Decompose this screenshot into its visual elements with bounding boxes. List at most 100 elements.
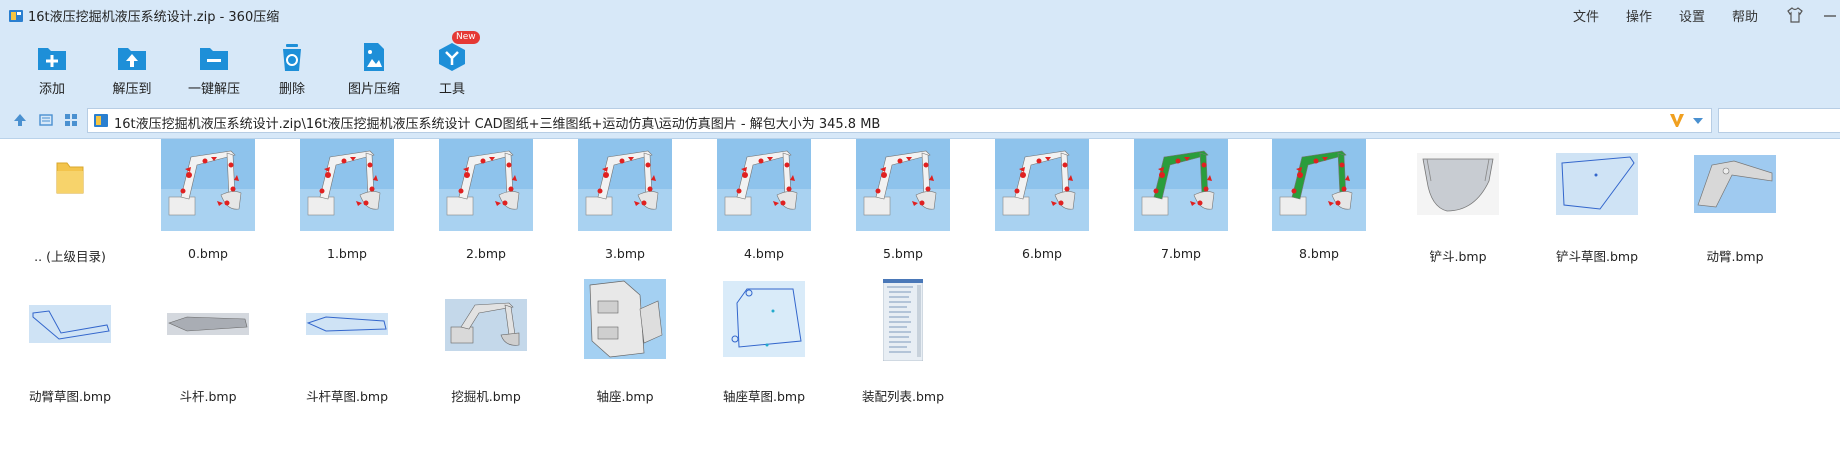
add-label: 添加 [38,82,65,97]
v-logo-icon[interactable] [1668,111,1686,129]
extract-to-label: 解压到 [112,82,152,97]
up-arrow-icon[interactable] [12,112,28,128]
tools-label: 工具 [438,82,465,97]
dropdown-arrow-icon[interactable] [1692,117,1704,125]
image-thumbnail [584,279,666,359]
image-thumbnail [29,305,111,343]
file-name: 斗杆.bmp [179,389,237,404]
file-name: 5.bmp [883,246,923,261]
file-item[interactable]: 铲斗.bmp [1393,139,1523,274]
delete-icon [283,44,301,71]
file-item[interactable]: 2.bmp [421,139,551,274]
file-name: 动臂草图.bmp [28,389,112,404]
image-thumbnail [439,139,533,231]
extract-to-icon [118,48,146,70]
folder-icon [55,159,85,197]
address-path: 16t液压挖掘机液压系统设计.zip\16t液压挖掘机液压系统设计 CAD图纸+… [114,117,881,132]
image-thumbnail [883,279,923,361]
thumbnail-view-icon[interactable] [63,112,79,128]
image-thumbnail [306,313,388,335]
image-thumbnail [161,139,255,231]
tools-button[interactable]: 工具 [432,38,472,98]
file-name: .. (上级目录) [34,249,106,264]
tools-icon [439,43,465,71]
file-name: 0.bmp [188,246,228,261]
file-item[interactable]: 动臂.bmp [1670,139,1800,274]
file-item[interactable]: 8.bmp [1254,139,1384,274]
file-item[interactable]: 轴座.bmp [560,279,690,414]
file-name: 挖掘机.bmp [451,389,521,404]
file-item[interactable]: 轴座草图.bmp [699,279,829,414]
file-item[interactable]: .. (上级目录) [5,139,135,274]
menu-operate[interactable]: 操作 [1626,6,1652,25]
toolbar: 添加 解压到 一键解压 删除 图片压缩 工具 [0,38,500,98]
file-name: 3.bmp [605,246,645,261]
file-item[interactable]: 铲斗草图.bmp [1532,139,1662,274]
image-thumbnail [445,299,527,351]
file-item[interactable]: 3.bmp [560,139,690,274]
zip-file-icon [94,114,108,127]
file-item[interactable]: 7.bmp [1116,139,1246,274]
file-name: 铲斗草图.bmp [1555,249,1639,264]
file-name: 4.bmp [744,246,784,261]
skin-shirt-icon[interactable] [1786,6,1804,24]
image-compress-button[interactable]: 图片压缩 [346,38,402,98]
file-name: 轴座草图.bmp [722,389,806,404]
image-thumbnail [1134,139,1228,231]
archive-app-icon [9,10,23,22]
title-bar: 16t液压挖掘机液压系统设计.zip - 360压缩 文件 操作 设置 帮助 [0,0,1840,30]
image-thumbnail [1694,155,1776,213]
menu-settings[interactable]: 设置 [1679,6,1705,25]
file-item[interactable]: 斗杆草图.bmp [282,279,412,414]
minimize-icon[interactable] [1820,6,1840,24]
file-name: 8.bmp [1299,246,1339,261]
image-thumbnail [995,139,1089,231]
menu-help[interactable]: 帮助 [1732,6,1758,25]
file-item[interactable]: 0.bmp [143,139,273,274]
file-name: 装配列表.bmp [861,389,945,404]
one-click-extract-button[interactable]: 一键解压 [186,38,242,98]
file-item[interactable]: 斗杆.bmp [143,279,273,414]
file-item[interactable]: 6.bmp [977,139,1107,274]
file-item[interactable]: 5.bmp [838,139,968,274]
navigation-row: 16t液压挖掘机液压系统设计.zip\16t液压挖掘机液压系统设计 CAD图纸+… [0,106,1840,136]
image-compress-label: 图片压缩 [347,82,400,97]
detail-view-icon[interactable] [38,112,54,128]
file-name: 7.bmp [1161,246,1201,261]
file-name: 铲斗.bmp [1429,249,1487,264]
file-item[interactable]: 1.bmp [282,139,412,274]
image-thumbnail [578,139,672,231]
file-name: 斗杆草图.bmp [305,389,389,404]
new-badge: New [452,31,480,44]
window-title: 16t液压挖掘机液压系统设计.zip - 360压缩 [28,10,280,25]
top-chrome: 16t液压挖掘机液压系统设计.zip - 360压缩 文件 操作 设置 帮助 添… [0,0,1840,139]
file-name: 1.bmp [327,246,367,261]
file-grid: .. (上级目录) 0.bmp 1.bmp 2.bmp 3.bmp 4.bmp … [0,139,1840,476]
image-thumbnail [167,313,249,335]
image-thumbnail [717,139,811,231]
one-click-extract-label: 一键解压 [187,82,240,97]
file-item[interactable]: 4.bmp [699,139,829,274]
menu-file[interactable]: 文件 [1573,6,1599,25]
file-item[interactable]: 动臂草图.bmp [5,279,135,414]
delete-label: 删除 [278,82,305,97]
add-button[interactable]: 添加 [34,38,70,98]
search-input[interactable] [1718,108,1840,133]
file-item[interactable]: 挖掘机.bmp [421,279,551,414]
file-name: 动臂.bmp [1706,249,1764,264]
one-click-extract-icon [200,48,228,70]
extract-to-button[interactable]: 解压到 [110,38,154,98]
file-name: 2.bmp [466,246,506,261]
image-thumbnail [300,139,394,231]
address-bar[interactable]: 16t液压挖掘机液压系统设计.zip\16t液压挖掘机液压系统设计 CAD图纸+… [87,108,1712,133]
image-thumbnail [1272,139,1366,231]
image-thumbnail [723,281,805,357]
image-compress-icon [364,43,384,71]
image-thumbnail [1417,153,1499,215]
file-name: 轴座.bmp [596,389,654,404]
add-icon [38,48,66,70]
file-item[interactable]: 装配列表.bmp [838,279,968,414]
image-thumbnail [1556,153,1638,215]
file-name: 6.bmp [1022,246,1062,261]
delete-button[interactable]: 删除 [274,38,310,98]
